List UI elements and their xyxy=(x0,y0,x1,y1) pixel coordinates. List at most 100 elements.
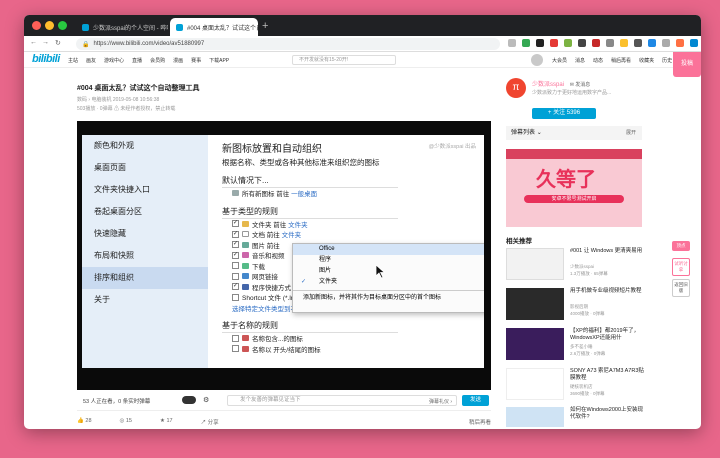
danmaku-etiquette-link[interactable]: 弹幕礼仪 › xyxy=(429,398,452,405)
section-type-rules: 基于类型的规则 xyxy=(222,206,398,219)
bilibili-logo[interactable]: bilibili xyxy=(32,53,60,65)
user-avatar[interactable] xyxy=(531,54,543,66)
rule-icon xyxy=(242,335,249,342)
video-page: #004 桌面太乱？试试这个自动整理工具 数码 › 电脑装机 2019-05-0… xyxy=(24,68,701,429)
extension-icon[interactable] xyxy=(606,39,614,47)
extension-icon[interactable] xyxy=(648,39,656,47)
uploader-desc: 少数派致力于更好地运用数字产品... xyxy=(532,90,612,96)
name-rule-row: 名称以 开头/结尾的图标 xyxy=(222,344,484,355)
program-icon xyxy=(242,283,249,290)
related-video[interactable]: SONY A73 索尼A7M3 A7R3贴膜教程 硬核装机店 3690播放 · … xyxy=(506,368,646,400)
extension-icon[interactable] xyxy=(536,39,544,47)
extension-icon[interactable] xyxy=(690,39,698,47)
danmaku-list-header[interactable]: 弹幕列表 ⌄ 展开 xyxy=(506,126,642,140)
nav-item-watch-later[interactable]: 稍后再看 xyxy=(611,57,631,64)
video-title: #004 桌面太乱？试试这个自动整理工具 xyxy=(77,85,200,92)
maximize-window-icon[interactable] xyxy=(58,21,67,30)
site-search-input[interactable]: 不开发就没有15-20开! xyxy=(292,55,396,65)
forward-icon[interactable]: → xyxy=(42,39,49,46)
new-tab-button[interactable]: + xyxy=(262,18,268,34)
url-bar[interactable]: 🔒 https://www.bilibili.com/video/av51880… xyxy=(76,38,500,50)
nav-item[interactable]: 直播 xyxy=(132,57,142,64)
extension-icon[interactable] xyxy=(550,39,558,47)
danmaku-send-button[interactable]: 发送 xyxy=(462,395,489,406)
related-title: 相关推荐 xyxy=(506,238,532,245)
extension-icon[interactable] xyxy=(564,39,572,47)
ad-headline: 久等了 xyxy=(536,169,596,191)
nav-item[interactable]: 画友 xyxy=(86,57,96,64)
close-window-icon[interactable] xyxy=(32,21,41,30)
danmaku-toggle[interactable] xyxy=(182,396,196,404)
extension-icon[interactable] xyxy=(634,39,642,47)
nav-item-messages[interactable]: 消息 xyxy=(575,57,585,64)
like-button[interactable]: 👍 28 xyxy=(77,418,92,426)
extension-icons xyxy=(508,39,701,47)
site-nav: 主站 画友 游戏中心 直播 会员购 漫画 赛事 下载APP xyxy=(68,57,229,64)
ad-banner[interactable]: 久等了 安卓不限号测试开启 xyxy=(506,149,642,227)
float-button-trial[interactable]: 试听讨拿 xyxy=(672,258,690,276)
extension-icon[interactable] xyxy=(676,39,684,47)
danmaku-input[interactable]: 发个友善的弹幕见证当下 xyxy=(227,395,457,406)
menu-item-add-new: 添加新图标，并将其作为目标桌面分区中的首个图标 xyxy=(303,295,442,301)
favorite-button[interactable]: ★ 17 xyxy=(160,418,173,426)
nav-item-favorites[interactable]: 收藏夹 xyxy=(639,57,654,64)
bilibili-favicon-icon xyxy=(82,23,89,31)
chevron-down-icon: ⌄ xyxy=(536,130,542,136)
sidebar-item-rollup: 卷起桌面分区 xyxy=(94,207,142,216)
file-icon xyxy=(232,190,239,197)
related-video[interactable]: 【XP的福利】都2019年了，WindowsXP还能用什 多不差小睡 2.6万播… xyxy=(506,328,646,360)
reload-icon[interactable]: ↻ xyxy=(55,39,61,47)
video-thumbnail xyxy=(506,368,564,400)
share-button[interactable]: ↗ 分享 xyxy=(201,418,219,426)
star-icon[interactable] xyxy=(508,39,516,47)
nav-item-history[interactable]: 历史 xyxy=(662,57,672,64)
sidebar-item-about: 关于 xyxy=(94,295,110,304)
uploader-name: 少数派sspai ✉ 发消息 xyxy=(532,82,591,88)
extension-icon[interactable] xyxy=(620,39,628,47)
name-rule-row: 名称包含...的图标 xyxy=(222,333,484,344)
back-icon[interactable]: ← xyxy=(30,39,37,46)
send-message-link[interactable]: ✉ 发消息 xyxy=(570,82,591,88)
type-rule-row: ✓ 文档 前往 文件夹 xyxy=(232,230,302,240)
media-icon xyxy=(242,252,249,259)
coin-button[interactable]: ◎ 15 xyxy=(120,418,132,426)
video-meta: 数码 › 电脑装机 2019-05-08 10:56:38 xyxy=(77,97,160,103)
lock-icon: 🔒 xyxy=(82,41,90,48)
nav-item[interactable]: 游戏中心 xyxy=(104,57,124,64)
float-button-old-version[interactable]: 返回旧版 xyxy=(672,279,690,297)
nav-item-vip[interactable]: 大会员 xyxy=(552,57,567,64)
ad-subline: 安卓不限号测试开启 xyxy=(524,195,624,203)
expand-button[interactable]: 展开 xyxy=(626,126,636,140)
danmaku-settings-icon[interactable]: ⚙ xyxy=(203,396,209,404)
minimize-window-icon[interactable] xyxy=(45,21,54,30)
uploader-avatar[interactable]: π xyxy=(506,78,526,98)
sidebar-item-layout: 布局和快照 xyxy=(94,251,134,260)
menu-item-folders: ✓ 文件夹 xyxy=(293,277,484,288)
video-watermark: @少数派sspai 出品 xyxy=(428,144,476,150)
menu-item-pictures: 图片 xyxy=(319,268,332,274)
float-button-top[interactable]: 顶点 xyxy=(672,241,690,251)
related-video[interactable]: 如何在Windows2000上安装现代软件? xyxy=(506,407,646,427)
nav-item[interactable]: 会员购 xyxy=(150,57,165,64)
nav-item[interactable]: 下载APP xyxy=(209,57,229,64)
related-video[interactable]: 用手机做专业级视频短片教程 影视后期 4000播放 · 0弹幕 xyxy=(506,288,646,320)
nav-item[interactable]: 漫画 xyxy=(173,57,183,64)
nav-item[interactable]: 赛事 xyxy=(191,57,201,64)
related-video[interactable]: #001 让 Windows 更清爽易用 少数派sspai 1.3万播放 · 6… xyxy=(506,248,646,280)
sidebar-item-folder-portals: 文件夹快捷入口 xyxy=(94,185,150,194)
extension-icon[interactable] xyxy=(662,39,670,47)
tab-strip: 少数派sspai的个人空间 - 哔哩哔哩 #004 桌面太乱？试试这个自动整 ✕… xyxy=(24,15,701,36)
watch-later-button[interactable]: 稍后再看 xyxy=(469,418,491,426)
video-player[interactable]: 颜色和外观 桌面页面 文件夹快捷入口 卷起桌面分区 快速隐藏 布局和快照 排序和… xyxy=(77,121,491,390)
nav-item[interactable]: 主站 xyxy=(68,57,78,64)
extension-icon[interactable] xyxy=(592,39,600,47)
extension-icon[interactable] xyxy=(578,39,586,47)
nav-item-dynamics[interactable]: 动态 xyxy=(593,57,603,64)
extension-icon[interactable] xyxy=(522,39,530,47)
web-link-icon xyxy=(242,273,249,280)
tab-uploader-space[interactable]: 少数派sspai的个人空间 - 哔哩哔哩 xyxy=(76,18,168,36)
video-actions: 👍 28 ◎ 15 ★ 17 ↗ 分享 稍后再看 xyxy=(77,418,491,426)
tab-current-video[interactable]: #004 桌面太乱？试试这个自动整 ✕ xyxy=(170,18,258,36)
video-thumbnail xyxy=(506,328,564,360)
follow-button[interactable]: + 关注 5396 xyxy=(532,108,596,119)
